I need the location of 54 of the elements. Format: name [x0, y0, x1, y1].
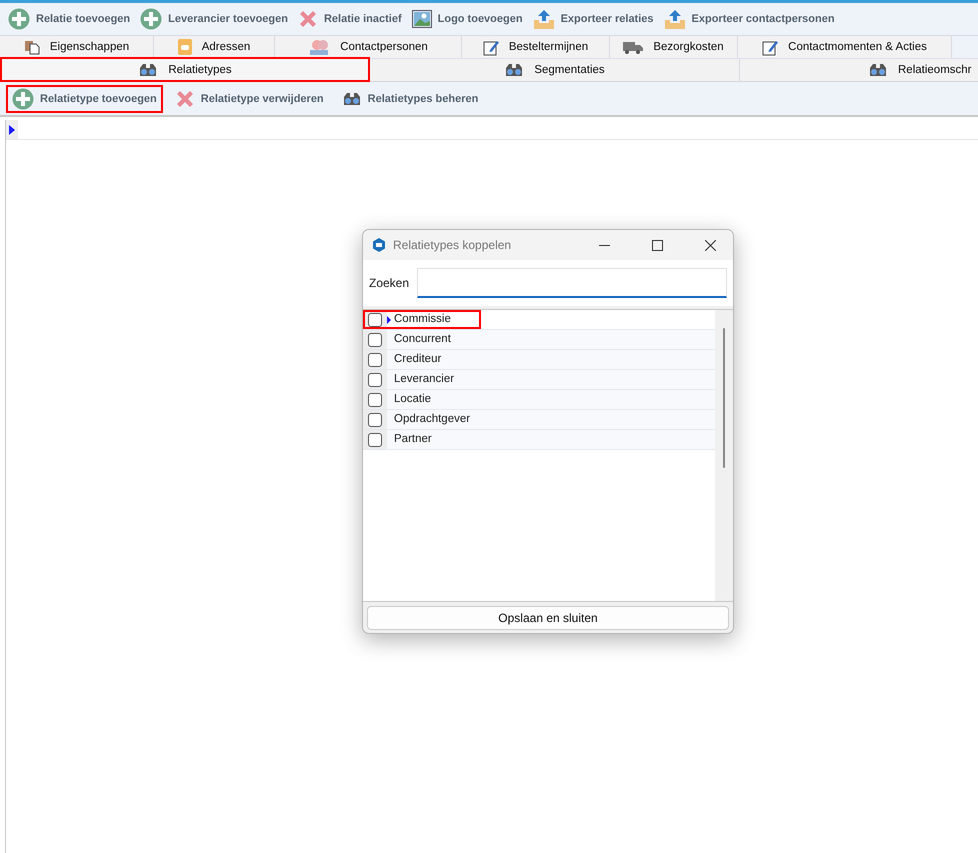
- plus-icon: [12, 88, 34, 110]
- app-logo-icon: [372, 238, 386, 252]
- tab[interactable]: Segmentaties: [370, 59, 740, 81]
- tab[interactable]: Bezorgkosten: [610, 36, 738, 58]
- cross-icon: [174, 88, 195, 108]
- checkbox[interactable]: [368, 372, 382, 386]
- binoculars-icon: [138, 63, 158, 77]
- maximize-icon[interactable]: [652, 240, 662, 250]
- tab[interactable]: Contactmomenten & Acties: [738, 36, 952, 58]
- checkbox[interactable]: [368, 432, 382, 446]
- toolbar-button[interactable]: Logo toevoegen: [410, 7, 529, 31]
- checkbox[interactable]: [368, 332, 382, 346]
- search-label: Zoeken: [369, 276, 410, 290]
- tab[interactable]: Adressen: [154, 36, 275, 58]
- toolbar-button[interactable]: Relatietype verwijderen: [168, 86, 330, 112]
- notepad-pencil-icon: [762, 38, 778, 56]
- row-indicator-icon: [9, 124, 15, 134]
- binoculars-icon: [868, 63, 888, 77]
- search-field[interactable]: [417, 268, 727, 298]
- dialog-title: Relatietypes koppelen: [393, 238, 512, 252]
- tab[interactable]: Besteltermijnen: [462, 36, 610, 58]
- toolbar-button[interactable]: Relatietypes beheren: [336, 88, 484, 108]
- cross-icon: [298, 9, 318, 29]
- list-item[interactable]: Commissie: [391, 310, 715, 329]
- plus-icon: [140, 8, 162, 30]
- phonebook-icon: [178, 39, 192, 55]
- checkbox[interactable]: [368, 392, 382, 406]
- close-icon[interactable]: [704, 240, 716, 250]
- checkbox[interactable]: [368, 312, 382, 326]
- toolbar-button[interactable]: Relatie toevoegen: [6, 5, 136, 33]
- save-close-button[interactable]: Opslaan en sluiten: [367, 606, 729, 630]
- toolbar-button[interactable]: Exporteer contactpersonen: [662, 6, 841, 32]
- tab[interactable]: Relatieomschr: [740, 59, 978, 81]
- tab[interactable]: Eigenschappen: [0, 36, 154, 58]
- plus-icon: [8, 8, 30, 30]
- tab[interactable]: Contactpersonen: [275, 36, 462, 58]
- image-icon: [412, 10, 432, 28]
- documents-icon: [24, 39, 40, 55]
- toolbar-button[interactable]: Exporteer relaties: [530, 6, 660, 32]
- tray-upload-icon: [664, 9, 686, 29]
- binoculars-icon: [342, 92, 362, 106]
- truck-icon: [623, 40, 644, 54]
- scrollbar-thumb[interactable]: [723, 328, 725, 468]
- tab[interactable]: Relatietypes: [0, 57, 370, 82]
- checkbox[interactable]: [368, 412, 382, 426]
- tray-upload-icon: [532, 9, 555, 29]
- minimize-icon[interactable]: [598, 244, 610, 246]
- binoculars-icon: [504, 63, 524, 77]
- toolbar-button[interactable]: Relatie inactief: [296, 6, 408, 32]
- toolbar-button[interactable]: Relatietype toevoegen: [6, 84, 163, 112]
- toolbar-button[interactable]: Leverancier toevoegen: [138, 5, 294, 33]
- notepad-pencil-icon: [482, 38, 499, 56]
- checkbox[interactable]: [368, 352, 382, 366]
- people-icon: [308, 39, 330, 55]
